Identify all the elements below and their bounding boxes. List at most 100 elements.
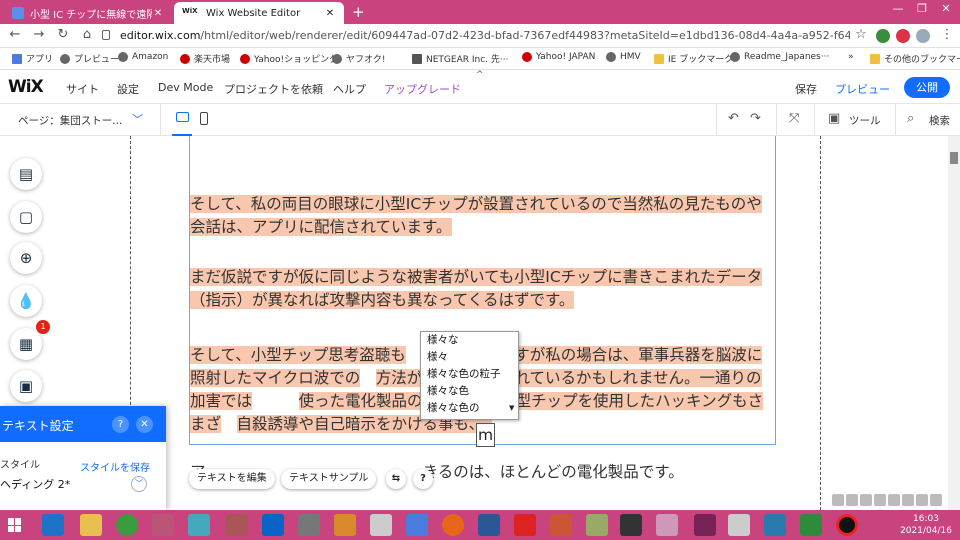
bookmark-hmv[interactable]: HMV (606, 52, 641, 62)
menu-upgrade[interactable]: アップグレード (384, 81, 461, 97)
chevron-down-icon[interactable]: ▼ (509, 404, 514, 412)
editor-canvas[interactable]: そして、私の両目の眼球に小型ICチップが設置されているので当然私の見たものや会話… (0, 136, 960, 510)
scroll-thumb[interactable] (950, 152, 958, 164)
app-icon[interactable] (298, 514, 320, 536)
ime-suggestion-item[interactable]: 様々な (421, 332, 518, 349)
pages-menu-button[interactable]: ▤ (10, 158, 42, 190)
tab-wix-editor[interactable]: WiX Wix Website Editor ✕ (174, 2, 344, 24)
theme-manager-button[interactable]: 💧 (10, 285, 42, 317)
animation-icon[interactable]: ⇆ (386, 469, 406, 489)
canvas-scrollbar[interactable] (948, 136, 960, 510)
star-icon[interactable]: ☆ (852, 27, 870, 42)
chevron-down-icon[interactable]: ﹀ (132, 111, 143, 127)
word-icon[interactable] (478, 514, 500, 536)
restore-icon[interactable]: ❐ (912, 2, 932, 15)
mail-icon[interactable] (764, 514, 786, 536)
explorer-icon[interactable] (80, 514, 102, 536)
close-window-icon[interactable]: ✕ (936, 2, 956, 15)
taskbar-clock[interactable]: 16:03 2021/04/16 (900, 513, 952, 537)
bookmarks-overflow[interactable]: » (848, 52, 854, 62)
close-icon[interactable]: ✕ (136, 416, 153, 433)
text-sample-button[interactable]: テキストサンプル (281, 469, 377, 489)
menu-hire[interactable]: プロジェクトを依頼 (224, 81, 323, 97)
app-icon[interactable] (188, 514, 210, 536)
bookmark-amazon[interactable]: Amazon (118, 52, 168, 62)
new-tab-icon[interactable]: + (352, 3, 365, 21)
close-icon[interactable]: ✕ (152, 8, 164, 19)
menu-dev-mode[interactable]: Dev Mode (158, 81, 213, 94)
desktop-view-icon[interactable] (176, 112, 189, 122)
bookmark-yahuoku[interactable]: ヤフオク! (332, 52, 385, 65)
tools-button[interactable]: ツール (849, 113, 881, 128)
search-icon[interactable]: ⌕ (907, 111, 914, 126)
collapse-icon[interactable]: ^ (476, 70, 484, 80)
text-paragraph[interactable]: まだ仮説ですが仮に同じような被害者がいても小型ICチップに書きこまれたデータ（指… (190, 266, 774, 312)
tools-icon[interactable]: ▣ (828, 111, 840, 126)
page-selector[interactable]: ページ：集団ストー... (18, 113, 122, 128)
windows-start-icon[interactable] (8, 518, 22, 532)
close-icon[interactable]: ✕ (324, 8, 336, 19)
undo-icon[interactable]: ↶ (728, 111, 739, 126)
firefox-icon[interactable] (442, 514, 464, 536)
reload-icon[interactable]: ↻ (54, 27, 72, 42)
tab-ic-chip[interactable]: 小型 IC チップに無線で遠隔操作で ✕ (4, 2, 172, 24)
ime-suggestion-item[interactable]: 様々な色の粒子 (421, 366, 518, 383)
preview-button[interactable]: プレビュー (835, 81, 890, 97)
record-icon[interactable] (836, 514, 858, 536)
forward-icon[interactable]: → (30, 27, 48, 42)
app-icon[interactable] (728, 514, 750, 536)
ime-suggestion-item[interactable]: 様々な色 (421, 383, 518, 400)
bookmark-other[interactable]: その他のブックマーク (870, 52, 960, 65)
bookmark-rakuten[interactable]: 楽天市場 (180, 52, 230, 65)
menu-help[interactable]: ヘルプ (333, 81, 366, 97)
media-button[interactable]: ▣ (10, 370, 42, 402)
add-elements-button[interactable]: ⊕ (10, 242, 42, 274)
app-icon[interactable] (370, 514, 392, 536)
redo-icon[interactable]: ↷ (750, 111, 761, 126)
app-icon[interactable] (550, 514, 572, 536)
search-button[interactable]: 検索 (929, 113, 950, 128)
home-icon[interactable]: ⌂ (78, 27, 96, 42)
extension-icon[interactable] (896, 29, 910, 43)
save-style-link[interactable]: スタイルを保存 (80, 459, 150, 474)
chrome-icon[interactable] (116, 514, 138, 536)
save-button[interactable]: 保存 (795, 81, 817, 97)
ime-suggestion-item[interactable]: 様々 (421, 349, 518, 366)
back-icon[interactable]: ← (6, 27, 24, 42)
text-paragraph[interactable]: ア＿＿＿＿＿＿＿＿＿＿＿＿＿＿きるのは、ほとんどの電化製品です。 (190, 461, 774, 484)
app-market-button[interactable]: ▦ 1 (10, 320, 50, 360)
calculator-icon[interactable] (800, 514, 822, 536)
menu-settings[interactable]: 設定 (117, 81, 139, 97)
minimize-icon[interactable]: — (888, 2, 908, 15)
text-paragraph[interactable]: そして、私の両目の眼球に小型ICチップが設置されているので当然私の見たものや会話… (190, 193, 774, 239)
bookmark-yahoo-japan[interactable]: Yahoo! JAPAN (522, 52, 595, 62)
style-dropdown-value[interactable]: ヘディング 2* (0, 476, 70, 492)
ie-icon[interactable] (42, 514, 64, 536)
more-icon[interactable]: ⋮ (938, 27, 956, 42)
outlook-icon[interactable] (262, 514, 284, 536)
app-icon[interactable] (514, 514, 536, 536)
chevron-down-icon[interactable]: ﹀ (131, 476, 147, 492)
app-icon[interactable] (656, 514, 678, 536)
url-input[interactable]: editor.wix.com/html/editor/web/renderer/… (120, 29, 850, 42)
menu-site[interactable]: サイト (66, 81, 99, 97)
extension-icon[interactable] (876, 29, 890, 43)
app-icon[interactable] (152, 514, 174, 536)
bookmark-readme[interactable]: Readme_Japanes··· (730, 52, 829, 62)
app-icon[interactable] (334, 514, 356, 536)
camera-icon[interactable] (620, 514, 642, 536)
publish-button[interactable]: 公開 (904, 77, 950, 98)
app-icon[interactable] (406, 514, 428, 536)
app-icon[interactable] (226, 514, 248, 536)
mobile-view-icon[interactable] (200, 112, 208, 125)
bookmark-yahoo-shopping[interactable]: Yahoo!ショッピング (240, 52, 338, 65)
bookmark-netgear[interactable]: NETGEAR Inc. 先··· (412, 52, 508, 65)
avatar[interactable] (916, 29, 930, 43)
bookmark-ie[interactable]: IE ブックマーク (654, 52, 733, 65)
ime-suggestion-list[interactable]: 様々な 様々 様々な色の粒子 様々な色 様々な色の ▼ (420, 331, 519, 420)
help-button[interactable]: ? (413, 469, 433, 489)
background-button[interactable]: ▢ (10, 201, 42, 233)
app-icon[interactable] (694, 514, 716, 536)
app-icon[interactable] (586, 514, 608, 536)
zoom-out-icon[interactable]: ⤧ (789, 111, 799, 126)
